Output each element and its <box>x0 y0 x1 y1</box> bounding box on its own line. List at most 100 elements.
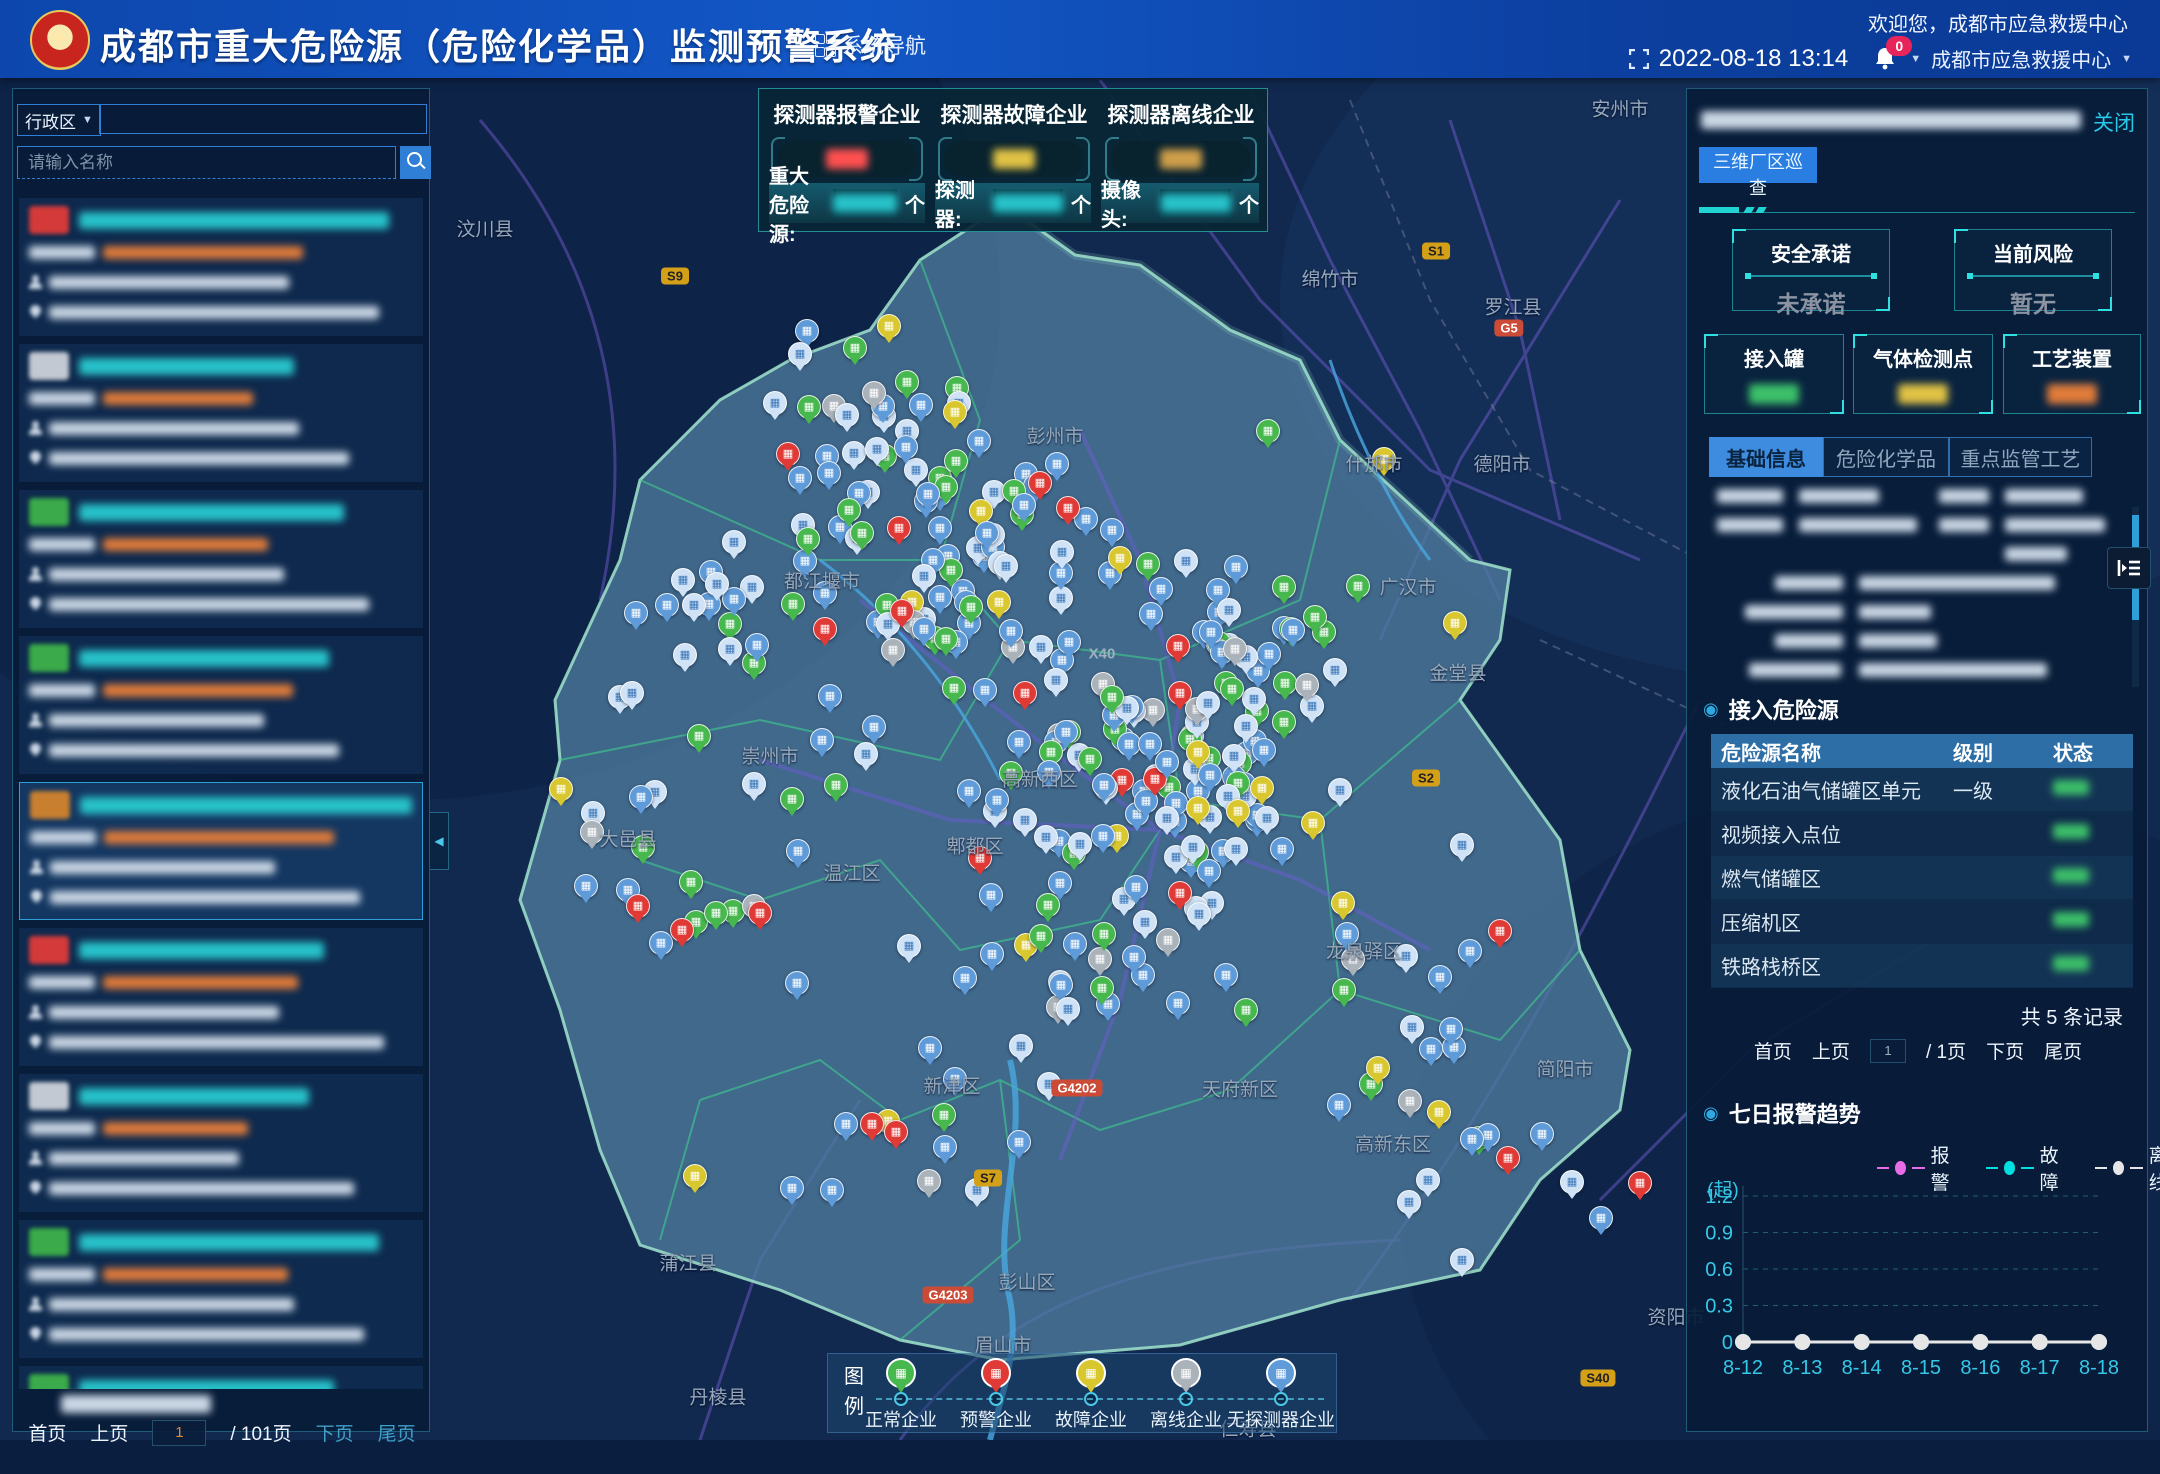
map-pin[interactable]: ▦ <box>1257 642 1281 666</box>
map-pin[interactable]: ▦ <box>1281 618 1305 642</box>
map-pin[interactable]: ▦ <box>980 942 1004 966</box>
map-pin[interactable]: ▦ <box>1443 611 1467 635</box>
map-pin[interactable]: ▦ <box>1136 552 1160 576</box>
map-pin[interactable]: ▦ <box>1199 620 1223 644</box>
map-pin[interactable]: ▦ <box>1124 875 1148 899</box>
map-pin[interactable]: ▦ <box>837 498 861 522</box>
map-pin[interactable]: ▦ <box>994 554 1018 578</box>
table-row[interactable]: 视频接入点位 <box>1711 812 2133 856</box>
map-pin[interactable]: ▦ <box>1029 635 1053 659</box>
map-pin[interactable]: ▦ <box>1460 1127 1484 1151</box>
tab-hazardous-chemicals[interactable]: 危险化学品 <box>1823 437 1949 477</box>
map-pin[interactable]: ▦ <box>917 1169 941 1193</box>
map-pin[interactable]: ▦ <box>718 637 742 661</box>
map-pin[interactable]: ▦ <box>1012 493 1036 517</box>
map-pin[interactable]: ▦ <box>862 381 886 405</box>
search-button[interactable] <box>400 146 431 179</box>
page-next[interactable]: 下页 <box>1986 1037 2024 1064</box>
map-pin[interactable]: ▦ <box>959 595 983 619</box>
map-pin[interactable]: ▦ <box>1226 799 1250 823</box>
page-next[interactable]: 下页 <box>316 1419 354 1446</box>
map-pin[interactable]: ▦ <box>1450 833 1474 857</box>
map-pin[interactable]: ▦ <box>704 901 728 925</box>
map-pin[interactable]: ▦ <box>624 601 648 625</box>
table-row[interactable]: 燃气储罐区 <box>1711 856 2133 900</box>
map-pin[interactable]: ▦ <box>781 592 805 616</box>
map-pin[interactable]: ▦ <box>1122 945 1146 969</box>
map-pin[interactable]: ▦ <box>655 593 679 617</box>
map-pin[interactable]: ▦ <box>679 870 703 894</box>
map-pin[interactable]: ▦ <box>649 931 673 955</box>
enterprise-list-item[interactable] <box>19 782 423 920</box>
map-pin[interactable]: ▦ <box>1242 687 1266 711</box>
map-pin[interactable]: ▦ <box>933 1135 957 1159</box>
map-pin[interactable]: ▦ <box>1272 575 1296 599</box>
map-pin[interactable]: ▦ <box>850 521 874 545</box>
map-pin[interactable]: ▦ <box>985 788 1009 812</box>
map-pin[interactable]: ▦ <box>1028 471 1052 495</box>
map-pin[interactable]: ▦ <box>817 461 841 485</box>
map-pin[interactable]: ▦ <box>957 779 981 803</box>
map-pin[interactable]: ▦ <box>897 934 921 958</box>
map-pin[interactable]: ▦ <box>1174 549 1198 573</box>
map-pin[interactable]: ▦ <box>1224 837 1248 861</box>
map-pin[interactable]: ▦ <box>776 442 800 466</box>
map-pin[interactable]: ▦ <box>1214 963 1238 987</box>
map-pin[interactable]: ▦ <box>1044 668 1068 692</box>
map-pin[interactable]: ▦ <box>1458 939 1482 963</box>
map-pin[interactable]: ▦ <box>1346 574 1370 598</box>
map-pin[interactable]: ▦ <box>1398 1089 1422 1113</box>
fullscreen-icon[interactable] <box>1629 49 1649 69</box>
tab-key-process[interactable]: 重点监管工艺 <box>1949 437 2092 477</box>
map-pin[interactable]: ▦ <box>1108 546 1132 570</box>
map-pin[interactable]: ▦ <box>796 527 820 551</box>
map-pin[interactable]: ▦ <box>722 530 746 554</box>
map-pin[interactable]: ▦ <box>1530 1122 1554 1146</box>
page-first[interactable]: 首页 <box>28 1419 66 1446</box>
system-nav-button[interactable]: 系统导航 <box>815 30 926 60</box>
map-pin[interactable]: ▦ <box>1256 419 1280 443</box>
map-pin[interactable]: ▦ <box>549 777 573 801</box>
map-pin[interactable]: ▦ <box>1186 740 1210 764</box>
map-pin[interactable]: ▦ <box>1323 658 1347 682</box>
map-pin[interactable]: ▦ <box>629 785 653 809</box>
page-prev[interactable]: 上页 <box>90 1419 128 1446</box>
map-pin[interactable]: ▦ <box>1050 540 1074 564</box>
map-pin[interactable]: ▦ <box>953 966 977 990</box>
page-prev[interactable]: 上页 <box>1812 1037 1850 1064</box>
map-pin[interactable]: ▦ <box>895 370 919 394</box>
map-pin[interactable]: ▦ <box>1327 1093 1351 1117</box>
map-pin[interactable]: ▦ <box>884 1120 908 1144</box>
map-pin[interactable]: ▦ <box>687 724 711 748</box>
table-row[interactable]: 铁路栈桥区 <box>1711 944 2133 988</box>
map-pin[interactable]: ▦ <box>1078 747 1102 771</box>
region-filter-dropdown[interactable]: 行政区▼ <box>17 104 101 136</box>
enterprise-list-item[interactable] <box>19 928 423 1066</box>
map-pin[interactable]: ▦ <box>745 633 769 657</box>
map-pin[interactable]: ▦ <box>1250 776 1274 800</box>
map-pin[interactable]: ▦ <box>620 681 644 705</box>
map-pin[interactable]: ▦ <box>942 676 966 700</box>
map-pin[interactable]: ▦ <box>1187 902 1211 926</box>
notification-bell[interactable]: 0 <box>1874 46 1900 72</box>
org-switcher[interactable]: 成都市应急救援中心 <box>1931 44 2111 73</box>
map-pin[interactable]: ▦ <box>975 521 999 545</box>
map-pin[interactable]: ▦ <box>1366 1056 1390 1080</box>
map-pin[interactable]: ▦ <box>1220 677 1244 701</box>
map-pin[interactable]: ▦ <box>1628 1171 1652 1195</box>
map-pin[interactable]: ▦ <box>1234 714 1258 738</box>
map-pin[interactable]: ▦ <box>912 564 936 588</box>
map-pin[interactable]: ▦ <box>1273 671 1297 695</box>
page-last[interactable]: 尾页 <box>2044 1037 2082 1064</box>
map-pin[interactable]: ▦ <box>1166 634 1190 658</box>
map-pin[interactable]: ▦ <box>1197 859 1221 883</box>
page-first[interactable]: 首页 <box>1754 1037 1792 1064</box>
map-pin[interactable]: ▦ <box>1057 630 1081 654</box>
map-pin[interactable]: ▦ <box>1217 598 1241 622</box>
map-pin[interactable]: ▦ <box>1092 922 1116 946</box>
map-pin[interactable]: ▦ <box>1063 932 1087 956</box>
map-pin[interactable]: ▦ <box>894 435 918 459</box>
map-pin[interactable]: ▦ <box>748 901 772 925</box>
map-pin[interactable]: ▦ <box>1488 919 1512 943</box>
map-pin[interactable]: ▦ <box>574 874 598 898</box>
